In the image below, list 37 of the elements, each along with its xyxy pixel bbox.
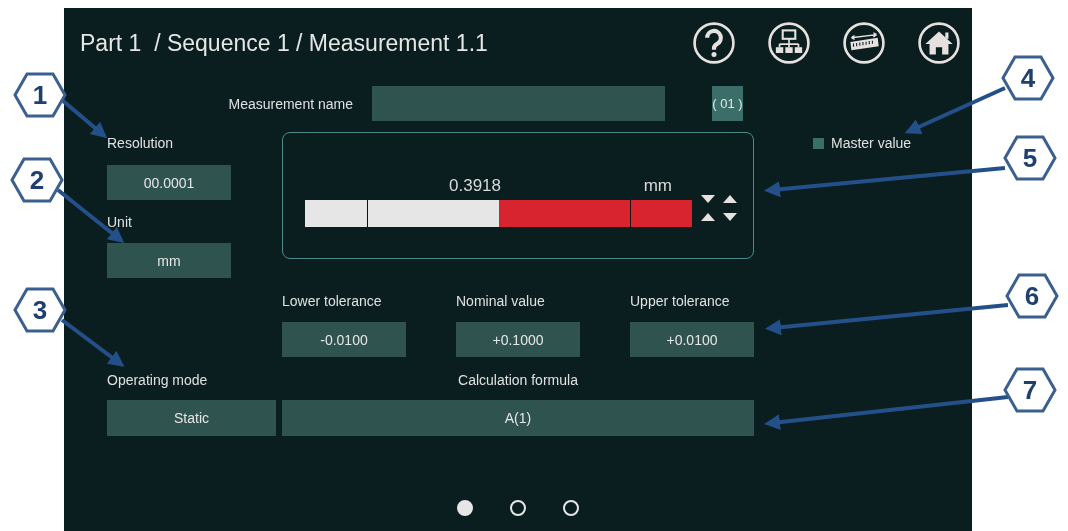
help-icon[interactable]	[693, 22, 735, 64]
callout-arrow	[60, 318, 125, 367]
callout-badge: 6	[1005, 273, 1059, 319]
ruler-icon[interactable]	[843, 22, 885, 64]
unit-label: Unit	[107, 213, 133, 232]
resolution-field[interactable]: 00.0001	[107, 165, 231, 200]
calculation-formula-field[interactable]: A(1)	[282, 400, 754, 436]
callout-badge: 5	[1003, 135, 1057, 181]
tolerance-label: Lower tolerance	[282, 292, 383, 311]
operating-mode-label: Operating mode	[107, 371, 209, 390]
callout-badge: 3	[13, 287, 67, 333]
screen-title: Part 1 / Sequence 1 / Measurement 1.1	[80, 29, 488, 57]
measurement-name-label: Measurement name	[227, 94, 353, 114]
measurement-name-field[interactable]	[372, 86, 665, 121]
tolerance-field[interactable]: -0.0100	[282, 322, 406, 357]
page-indicator[interactable]	[457, 500, 473, 516]
page-indicator[interactable]	[510, 500, 526, 516]
tolerance-field[interactable]: +0.1000	[456, 322, 580, 357]
home-icon[interactable]	[918, 22, 960, 64]
gauge-unit: mm	[643, 176, 672, 196]
operating-mode-field[interactable]: Static	[107, 400, 276, 436]
callout-badge: 7	[1003, 367, 1057, 413]
tolerance-field[interactable]: +0.0100	[630, 322, 754, 357]
resolution-label: Resolution	[107, 134, 175, 153]
unit-field[interactable]: mm	[107, 243, 231, 278]
callout-badge: 2	[10, 157, 64, 203]
tolerance-label: Nominal value	[456, 292, 546, 311]
page-indicator[interactable]	[563, 500, 579, 516]
callout-arrow	[60, 98, 108, 139]
hierarchy-icon[interactable]	[768, 22, 810, 64]
master-value-checkbox[interactable]: Master value	[813, 132, 912, 154]
tolerance-label: Upper tolerance	[630, 292, 731, 311]
measured-value: 0.3918	[449, 176, 501, 196]
callout-badge: 4	[1001, 55, 1055, 101]
index-button[interactable]: ( 01 )	[712, 86, 743, 121]
calculation-formula-label: Calculation formula	[457, 371, 579, 390]
callout-badge: 1	[13, 72, 67, 118]
